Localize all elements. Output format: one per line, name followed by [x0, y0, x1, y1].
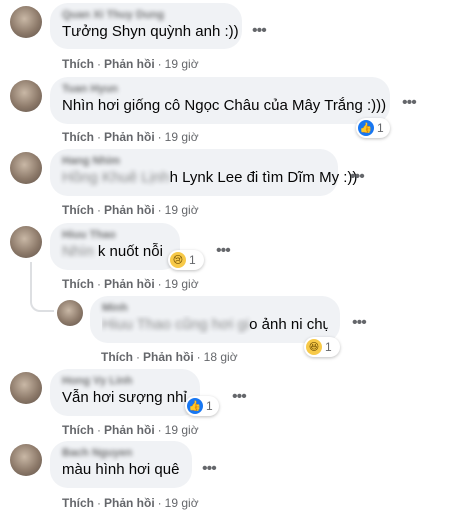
- avatar[interactable]: [10, 372, 42, 404]
- reaction-count: 1: [189, 253, 196, 267]
- comment-bubble: Hiuu Thao Nhìn k nuốt nỗi: [50, 223, 180, 270]
- comment-actions: Thích · Phản hồi · 19 giờ: [62, 277, 199, 291]
- like-icon: 👍: [358, 120, 374, 136]
- comment-actions: Thích · Phản hồi · 19 giờ: [62, 203, 199, 217]
- comment-bubble: Hang Nhim Hồng Khuê Lịnhh Lynk Lee đi tì…: [50, 149, 357, 196]
- more-options-icon[interactable]: •••: [232, 389, 247, 405]
- comment-text: Nhìn hơi giống cô Ngọc Châu của Mây Trắn…: [62, 97, 387, 114]
- comment-bubble: Bach Nguyen màu hình hơi quê: [50, 441, 192, 488]
- reply-link[interactable]: Phản hồi: [104, 496, 155, 510]
- avatar[interactable]: [57, 300, 83, 326]
- like-link[interactable]: Thích: [62, 203, 94, 217]
- comment-bubble: Quan Xi Thuy Dung Tưởng Shyn quỳnh anh :…: [50, 3, 242, 49]
- avatar[interactable]: [10, 226, 42, 258]
- more-options-icon[interactable]: •••: [216, 243, 231, 259]
- comment-author[interactable]: Hong Vy Linh: [62, 375, 188, 388]
- more-options-icon[interactable]: •••: [402, 95, 417, 111]
- comment-text: Hiuu Thao cũng hơi gio ảnh ni chụp hồi 2…: [102, 315, 328, 335]
- timestamp[interactable]: 18 giờ: [204, 350, 238, 364]
- timestamp[interactable]: 19 giờ: [165, 57, 199, 71]
- comment-bubble: Minh Hiuu Thao cũng hơi gio ảnh ni chụp …: [90, 296, 340, 343]
- comment-author[interactable]: Hiuu Thao: [62, 229, 168, 242]
- reaction-badge[interactable]: 👍 1: [356, 118, 390, 138]
- timestamp[interactable]: 19 giờ: [165, 423, 199, 437]
- comment-author[interactable]: Bach Nguyen: [62, 447, 180, 460]
- reply-link[interactable]: Phản hồi: [104, 57, 155, 71]
- timestamp[interactable]: 19 giờ: [165, 277, 199, 291]
- like-link[interactable]: Thích: [62, 277, 94, 291]
- like-link[interactable]: Thích: [62, 130, 94, 144]
- more-options-icon[interactable]: •••: [352, 315, 367, 331]
- like-link[interactable]: Thích: [101, 350, 133, 364]
- comment-actions: Thích · Phản hồi · 19 giờ: [62, 57, 199, 71]
- reaction-count: 1: [377, 121, 384, 135]
- comment-text: Vẫn hơi sượng nhỉ: [62, 389, 187, 406]
- timestamp[interactable]: 19 giờ: [165, 203, 199, 217]
- reply-link[interactable]: Phản hồi: [143, 350, 194, 364]
- avatar[interactable]: [10, 6, 42, 38]
- reaction-badge[interactable]: 😆 1: [304, 337, 340, 357]
- reply-link[interactable]: Phản hồi: [104, 277, 155, 291]
- comment-actions: Thích · Phản hồi · 19 giờ: [62, 130, 199, 144]
- reply-link[interactable]: Phản hồi: [104, 130, 155, 144]
- reaction-badge[interactable]: 👍 1: [185, 396, 219, 416]
- comment-text-visible: h Lynk Lee đi tìm Dĩm My :)): [169, 169, 358, 186]
- comment-actions: Thích · Phản hồi · 18 giờ: [101, 350, 238, 364]
- like-link[interactable]: Thích: [62, 57, 94, 71]
- comment-actions: Thích · Phản hồi · 19 giờ: [62, 423, 199, 437]
- timestamp[interactable]: 19 giờ: [165, 130, 199, 144]
- reaction-count: 1: [325, 340, 332, 354]
- comment-text-visible: o ảnh ni chụp hồi 2014 pk: [249, 316, 328, 333]
- sad-icon: 😢: [170, 252, 186, 268]
- comment-actions: Thích · Phản hồi · 19 giờ: [62, 496, 199, 510]
- reaction-count: 1: [206, 399, 213, 413]
- reply-link[interactable]: Phản hồi: [104, 203, 155, 217]
- reply-link[interactable]: Phản hồi: [104, 423, 155, 437]
- comment-text: Hồng Khuê Lịnhh Lynk Lee đi tìm Dĩm My :…: [62, 168, 357, 188]
- comment-text: màu hình hơi quê: [62, 461, 180, 478]
- more-options-icon[interactable]: •••: [252, 23, 267, 39]
- like-link[interactable]: Thích: [62, 496, 94, 510]
- comment-bubble: Hong Vy Linh Vẫn hơi sượng nhỉ: [50, 369, 200, 416]
- more-options-icon[interactable]: •••: [202, 461, 217, 477]
- like-link[interactable]: Thích: [62, 423, 94, 437]
- comment-bubble: Tuan Hyun Nhìn hơi giống cô Ngọc Châu củ…: [50, 77, 390, 124]
- like-icon: 👍: [187, 398, 203, 414]
- avatar[interactable]: [10, 152, 42, 184]
- comment-text: Tưởng Shyn quỳnh anh :)): [62, 23, 239, 40]
- comment-author[interactable]: Minh: [102, 302, 328, 315]
- comment-text: Nhìn k nuốt nỗi: [62, 242, 168, 262]
- avatar[interactable]: [10, 444, 42, 476]
- comment-author[interactable]: Quan Xi Thuy Dung: [62, 9, 230, 22]
- comment-author[interactable]: Hang Nhim: [62, 155, 326, 168]
- more-options-icon[interactable]: •••: [350, 169, 365, 185]
- hidden-mention: Hồng Khuê Lịnh: [62, 169, 170, 186]
- reply-thread-line: [30, 262, 54, 312]
- haha-icon: 😆: [306, 339, 322, 355]
- timestamp[interactable]: 19 giờ: [165, 496, 199, 510]
- hidden-mention: Nhìn: [62, 243, 94, 260]
- comment-text-visible: k nuốt nỗi: [97, 243, 163, 260]
- hidden-mention: Hiuu Thao cũng hơi gi: [102, 316, 250, 333]
- comment-author[interactable]: Tuan Hyun: [62, 83, 378, 96]
- avatar[interactable]: [10, 80, 42, 112]
- reaction-badge[interactable]: 😢 1: [168, 250, 204, 270]
